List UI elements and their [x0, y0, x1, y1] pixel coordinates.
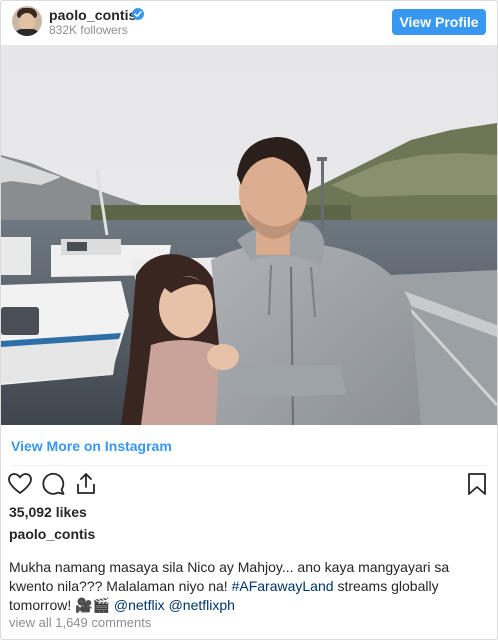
- view-all-comments-link[interactable]: view all 1,649 comments: [9, 615, 151, 630]
- comment-icon[interactable]: [40, 471, 66, 497]
- share-icon[interactable]: [73, 471, 99, 497]
- caption-username[interactable]: paolo_contis: [9, 526, 95, 542]
- bookmark-icon[interactable]: [464, 471, 490, 497]
- verified-badge-icon: [132, 8, 144, 20]
- post-caption: Mukha namang masaya sila Nico ay Mahjoy.…: [9, 558, 493, 615]
- like-count[interactable]: 35,092 likes: [9, 504, 87, 520]
- mention-netflixph[interactable]: @netflixph: [169, 597, 235, 613]
- hashtag-link[interactable]: #AFarawayLand: [232, 578, 334, 594]
- avatar-shirt: [14, 29, 40, 36]
- mention-netflix[interactable]: @netflix: [114, 597, 165, 613]
- instagram-embed-card: paolo_contis 832K followers View Profile: [0, 0, 498, 640]
- avatar[interactable]: [12, 6, 42, 36]
- post-photo[interactable]: [1, 45, 497, 425]
- post-header: paolo_contis 832K followers View Profile: [1, 1, 497, 45]
- view-more-link[interactable]: View More on Instagram: [11, 438, 172, 454]
- username[interactable]: paolo_contis: [49, 7, 137, 23]
- view-profile-button[interactable]: View Profile: [392, 9, 486, 35]
- action-bar: [1, 471, 497, 501]
- heart-icon[interactable]: [7, 471, 33, 497]
- follower-count: 832K followers: [49, 23, 128, 37]
- divider: [11, 465, 487, 466]
